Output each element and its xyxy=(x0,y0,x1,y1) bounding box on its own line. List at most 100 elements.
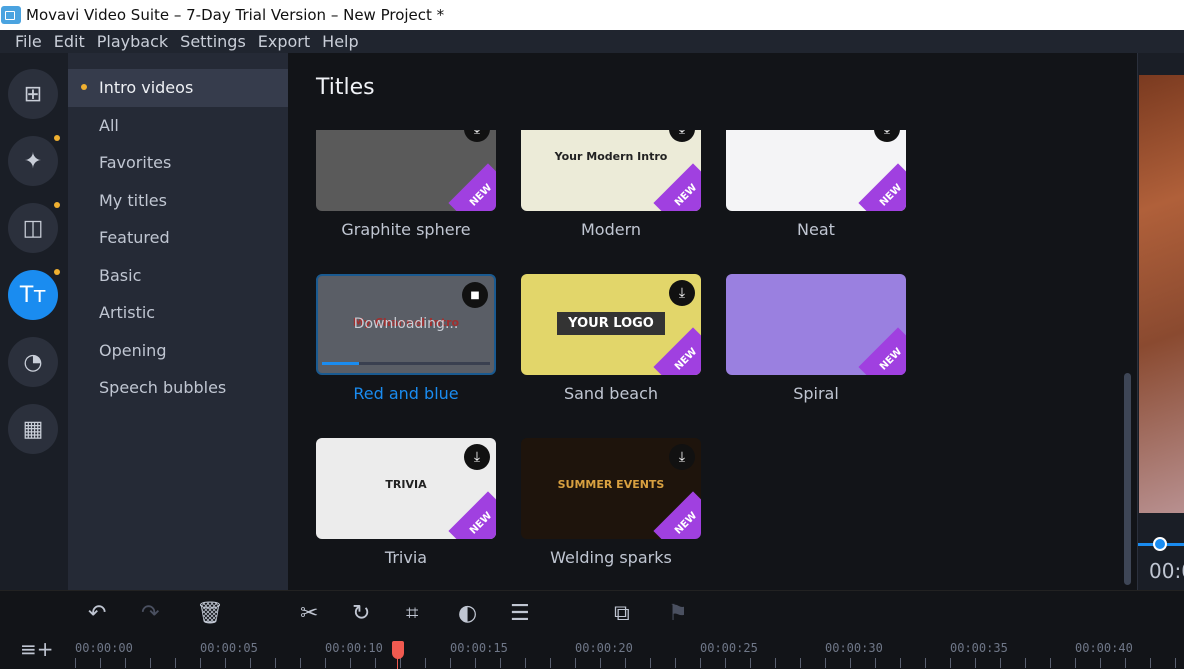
category-item[interactable]: Basic xyxy=(68,257,288,295)
overlay-icon[interactable]: ⧉ xyxy=(614,601,630,626)
title-tile[interactable]: ⤓NEW Neat xyxy=(726,130,906,239)
timeline-tick xyxy=(75,658,76,668)
timeline-label: 00:00:30 xyxy=(825,641,883,655)
titles-grid: ⤓NEWGraphite sphereYour Modern Intro⤓NEW… xyxy=(288,130,1137,590)
app-icon xyxy=(1,6,21,24)
preview-panel: 00:0 xyxy=(1137,53,1184,590)
download-progress-bar xyxy=(322,362,490,365)
undo-icon[interactable]: ↶ xyxy=(88,601,106,626)
magic-wand-icon: ✦ xyxy=(23,148,43,174)
redo-icon[interactable]: ↷ xyxy=(141,601,159,626)
category-item[interactable]: Featured xyxy=(68,219,288,257)
category-item[interactable]: Intro videos xyxy=(68,69,288,107)
timeline-tick xyxy=(1050,658,1051,668)
title-thumbnail[interactable]: YOUR LOGO ⤓ NEW xyxy=(521,274,701,375)
timeline-area: ↶ ↷ 🗑 ✂ ↻ ⌗ ◐ ☰ ⧉ ⚑ ≡+ 00:00:00 00:00:05 00:00:10 00:0… xyxy=(0,590,1184,669)
delete-icon[interactable]: 🗑 xyxy=(196,601,224,626)
color-adjust-icon[interactable]: ◐ xyxy=(458,601,477,626)
add-track-icon[interactable]: ≡+ xyxy=(20,637,54,661)
window-title: Movavi Video Suite – 7-Day Trial Version… xyxy=(26,6,445,24)
title-label: Graphite sphere xyxy=(341,220,471,239)
menu-help[interactable]: Help xyxy=(322,32,358,51)
rail-button-magic-wand[interactable]: ✦ xyxy=(8,135,60,186)
timeline-tick xyxy=(650,658,651,668)
timeline-tick xyxy=(975,658,976,668)
titles-panel: Titles ⤓NEWGraphite sphereYour Modern In… xyxy=(288,53,1137,590)
timeline-tick xyxy=(175,658,176,668)
title-thumbnail[interactable]: Your Modern Intro⤓NEW xyxy=(521,130,701,211)
scrollbar[interactable] xyxy=(1124,373,1131,585)
timeline-tick xyxy=(1075,658,1076,668)
category-item[interactable]: All xyxy=(68,107,288,145)
settings-sliders-icon[interactable]: ☰ xyxy=(510,601,530,626)
thumbnail-text: Your Modern Intro xyxy=(554,150,668,163)
title-thumbnail[interactable]: NEW xyxy=(726,274,906,375)
download-icon[interactable]: ⤓ xyxy=(874,130,900,142)
timeline-tick xyxy=(200,658,201,668)
title-label: Modern xyxy=(580,220,642,239)
timeline-tick xyxy=(800,658,801,668)
titles-icon: Tт xyxy=(19,282,47,308)
timeline-tick xyxy=(325,658,326,668)
timeline-label: 00:00:40 xyxy=(1075,641,1133,655)
cut-icon[interactable]: ✂ xyxy=(300,601,318,626)
title-thumbnail[interactable]: TRIVIA ⤓ NEW xyxy=(316,438,496,539)
title-tile[interactable]: ⤓NEW Graphite sphere xyxy=(316,130,496,239)
timeline-tick xyxy=(1100,658,1101,668)
timeline-tick xyxy=(450,658,451,668)
timeline-tick xyxy=(950,658,951,668)
category-item[interactable]: Opening xyxy=(68,332,288,370)
rail-button-import-folder[interactable]: ⊞ xyxy=(8,69,58,119)
notification-dot xyxy=(54,269,60,275)
title-tile[interactable]: YOUR LOGO ⤓ NEW Sand beach xyxy=(521,274,701,403)
title-tile[interactable]: SUMMER EVENTS ⤓ NEW Welding sparks xyxy=(521,438,701,567)
rail-button-more-tools[interactable]: ▦ xyxy=(8,404,58,454)
timeline-tick xyxy=(500,658,501,668)
title-thumbnail[interactable]: ⤓NEW xyxy=(316,130,496,211)
thumbnail-text: TRIVIA xyxy=(385,478,427,491)
rail-button-titles[interactable]: Tт xyxy=(8,269,60,320)
title-tile[interactable]: TRIVIA ⤓ NEW Trivia xyxy=(316,438,496,567)
menu-playback[interactable]: Playback xyxy=(97,32,168,51)
title-label: Trivia xyxy=(384,548,428,567)
timeline-tick xyxy=(850,658,851,668)
download-icon[interactable]: ⤓ xyxy=(669,130,695,142)
title-thumbnail[interactable]: ⤓NEW xyxy=(726,130,906,211)
rotate-icon[interactable]: ↻ xyxy=(352,601,370,626)
download-icon[interactable]: ⤓ xyxy=(669,280,695,306)
category-item[interactable]: Speech bubbles xyxy=(68,369,288,407)
download-icon[interactable]: ⤓ xyxy=(464,444,490,470)
crop-icon[interactable]: ⌗ xyxy=(406,601,418,626)
title-thumbnail[interactable]: My Channel Intro Downloading... ■ xyxy=(316,274,496,375)
category-item[interactable]: My titles xyxy=(68,182,288,220)
menu-file[interactable]: File xyxy=(15,32,42,51)
title-thumbnail[interactable]: SUMMER EVENTS ⤓ NEW xyxy=(521,438,701,539)
timeline-label: 00:00:10 xyxy=(325,641,383,655)
timeline-label: 00:00:25 xyxy=(700,641,758,655)
download-icon[interactable]: ⤓ xyxy=(669,444,695,470)
rail-button-stickers[interactable]: ◔ xyxy=(8,337,58,387)
category-item[interactable]: Artistic xyxy=(68,294,288,332)
menu-edit[interactable]: Edit xyxy=(54,32,85,51)
title-tile[interactable]: Your Modern Intro⤓NEW Modern xyxy=(521,130,701,239)
marker-flag-icon[interactable]: ⚑ xyxy=(668,601,688,626)
category-item[interactable]: Favorites xyxy=(68,144,288,182)
tool-rail: ⊞ ✦ ◫ Tт ◔ ▦ xyxy=(0,53,68,590)
playhead-line xyxy=(396,657,398,669)
thumbnail-text: YOUR LOGO xyxy=(557,312,665,335)
title-tile[interactable]: NEW Spiral xyxy=(726,274,906,403)
stop-download-icon[interactable]: ■ xyxy=(462,282,488,308)
menu-export[interactable]: Export xyxy=(258,32,310,51)
timeline-tick xyxy=(100,658,101,668)
playback-slider-knob[interactable] xyxy=(1153,537,1167,551)
playhead[interactable] xyxy=(391,641,404,659)
timeline-tick xyxy=(825,658,826,668)
timeline-tick xyxy=(775,658,776,668)
import-folder-icon: ⊞ xyxy=(23,81,43,107)
menu-settings[interactable]: Settings xyxy=(180,32,246,51)
timeline-tick xyxy=(1150,658,1151,668)
more-tools-icon: ▦ xyxy=(22,416,44,442)
title-tile[interactable]: My Channel Intro Downloading... ■ Red and b… xyxy=(316,274,496,403)
rail-button-transitions[interactable]: ◫ xyxy=(8,202,60,253)
download-icon[interactable]: ⤓ xyxy=(464,130,490,142)
